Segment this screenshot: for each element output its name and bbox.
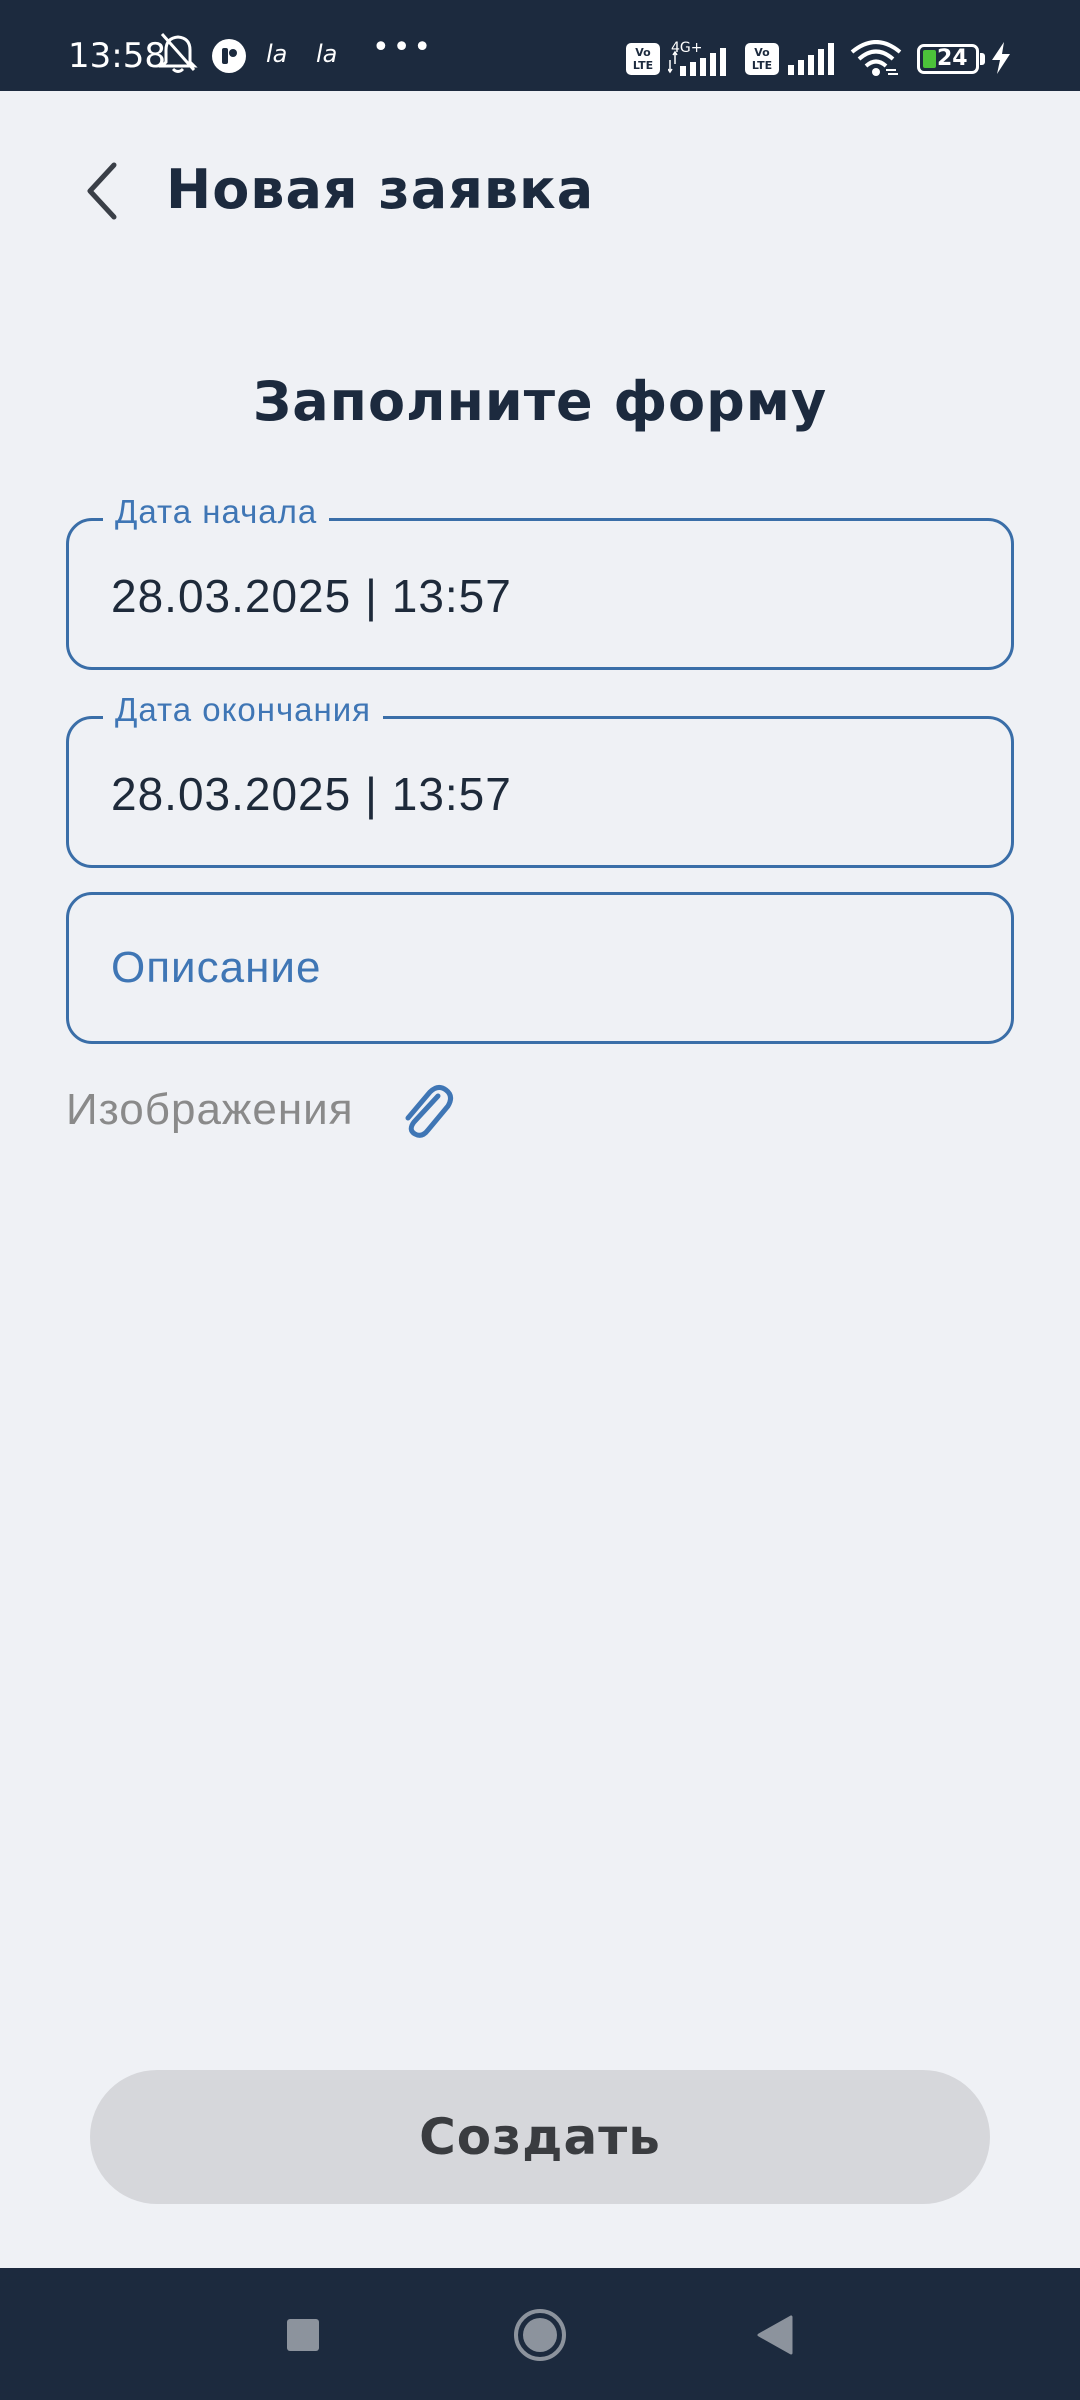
status-time: 13:58 [68, 36, 166, 76]
home-circle-icon [514, 2309, 566, 2361]
start-date-field[interactable]: Дата начала 28.03.2025 | 13:57 [66, 493, 1014, 670]
battery-level: 24 [937, 46, 968, 71]
bell-off-icon [158, 30, 198, 79]
start-date-label: Дата начала [103, 493, 330, 531]
la-icon: la [266, 40, 288, 68]
end-date-label: Дата окончания [103, 691, 384, 729]
create-button[interactable]: Создать [90, 2070, 990, 2204]
app-notification-icon [211, 38, 247, 79]
recents-square-icon [287, 2319, 319, 2351]
description-placeholder: Описание [111, 943, 322, 992]
screen: 13:58 la la ••• Vo LTE 4G+ Vo LTE 24 Нов… [0, 0, 1080, 2400]
images-label: Изображения [66, 1085, 354, 1134]
navigation-bar [0, 2268, 1080, 2400]
recents-button[interactable] [272, 2304, 334, 2366]
charging-icon [990, 42, 1012, 79]
attach-image-button[interactable] [396, 1080, 456, 1140]
chevron-left-icon [87, 162, 117, 220]
signal-icon [667, 48, 738, 81]
more-dots-icon: ••• [372, 30, 435, 65]
paperclip-icon [405, 1084, 453, 1138]
end-date-value: 28.03.2025 | 13:57 [111, 768, 512, 820]
start-date-value: 28.03.2025 | 13:57 [111, 570, 512, 622]
back-button[interactable] [72, 156, 132, 226]
signal-icon [788, 43, 838, 80]
back-triangle-icon [757, 2315, 793, 2355]
la-icon: la [316, 40, 338, 68]
volte-icon: Vo LTE [745, 43, 779, 75]
volte-icon: Vo LTE [626, 43, 660, 75]
end-date-field[interactable]: Дата окончания 28.03.2025 | 13:57 [66, 691, 1014, 868]
wifi-icon [850, 40, 902, 83]
home-button[interactable] [509, 2304, 571, 2366]
battery-cap [980, 53, 985, 65]
status-bar: 13:58 la la ••• Vo LTE 4G+ Vo LTE 24 [0, 0, 1080, 91]
images-row: Изображения [66, 1080, 456, 1140]
form-heading: Заполните форму [252, 370, 828, 433]
page-title: Новая заявка [166, 158, 595, 221]
battery-fill [923, 50, 936, 68]
description-field[interactable]: Описание [66, 892, 1014, 1044]
back-nav-button[interactable] [744, 2304, 806, 2366]
battery-icon: 24 [917, 44, 979, 74]
